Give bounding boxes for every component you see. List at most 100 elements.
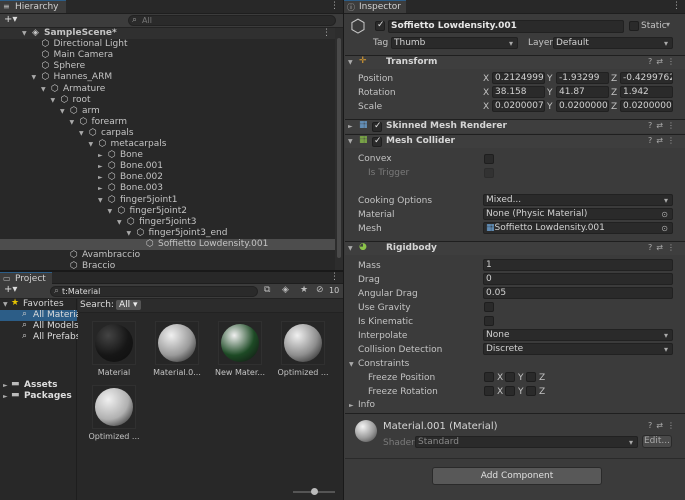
hierarchy-scrollbar[interactable]	[335, 28, 343, 270]
material-menu-icons[interactable]: ?⇄⋮	[648, 421, 679, 430]
expand-arrow-icon[interactable]: ▼	[117, 219, 122, 226]
hierarchy-add-button[interactable]: +▾	[4, 14, 17, 25]
freeze-position-y-checkbox[interactable]	[505, 372, 515, 382]
material-asset[interactable]: Optimized ...	[275, 321, 331, 377]
scale-z-field[interactable]: 0.02000001	[620, 100, 673, 112]
hierarchy-row[interactable]: ▼ ⬡ carpals	[0, 128, 335, 139]
object-picker-icon[interactable]: ⊙	[661, 224, 668, 233]
axis-label-y[interactable]: Y	[547, 74, 553, 84]
axis-label-y[interactable]: Y	[547, 102, 553, 112]
favorite-item[interactable]: ⌕ All Models	[0, 320, 79, 332]
collapse-arrow-icon[interactable]: ►	[98, 185, 103, 192]
collapse-arrow-icon[interactable]: ►	[98, 163, 103, 170]
inspector-menu-icon[interactable]: ⋮	[672, 1, 681, 11]
hierarchy-row[interactable]: ⬡ Sphere	[0, 61, 335, 72]
filter-type-icon[interactable]: ⧉	[264, 285, 270, 295]
visibility-icon[interactable]: ⊘	[316, 285, 324, 295]
tag-dropdown[interactable]: Thumb ▾	[391, 37, 518, 49]
convex-checkbox[interactable]	[484, 154, 494, 164]
project-add-button[interactable]: +▾	[4, 284, 17, 295]
mesh-collider-header[interactable]: ▼ ▦ Mesh Collider ?⇄⋮	[345, 134, 685, 148]
expand-arrow-icon[interactable]: ►	[3, 382, 8, 389]
favorites-header[interactable]: ▼ ★ Favorites	[0, 298, 77, 310]
project-search-input[interactable]: ⌕ t:Material	[50, 286, 258, 297]
axis-label-z[interactable]: Z	[611, 88, 617, 98]
axis-label-x[interactable]: X	[483, 74, 489, 84]
transform-header[interactable]: ▼ ✛ Transform ?⇄⋮	[345, 55, 685, 69]
hierarchy-row[interactable]: ▼ ⬡ metacarpals	[0, 139, 335, 150]
axis-label-z[interactable]: Z	[611, 74, 617, 84]
favorite-star-icon[interactable]: ★	[300, 285, 308, 295]
freeze-rotation-z-checkbox[interactable]	[526, 386, 536, 396]
component-menu-icons[interactable]: ?⇄⋮	[648, 136, 679, 145]
hierarchy-row[interactable]: ▼ ⬡ root	[0, 95, 335, 106]
expand-arrow-icon[interactable]: ▼	[41, 86, 46, 93]
mesh-field[interactable]: ▦Soffietto Lowdensity.001 ⊙	[483, 222, 673, 234]
hierarchy-row[interactable]: ► ⬡ Bone.001	[0, 161, 335, 172]
freeze-position-x-checkbox[interactable]	[484, 372, 494, 382]
info-foldout[interactable]: Info	[358, 400, 375, 410]
expand-arrow-icon[interactable]: ▼	[108, 208, 113, 215]
use-gravity-checkbox[interactable]	[484, 302, 494, 312]
component-menu-icons[interactable]: ?⇄⋮	[648, 243, 679, 252]
interpolate-dropdown[interactable]: None ▾	[483, 329, 673, 341]
layer-dropdown[interactable]: Default ▾	[553, 37, 673, 49]
add-component-button[interactable]: Add Component	[432, 467, 602, 485]
axis-label-y[interactable]: Y	[547, 88, 553, 98]
is-kinematic-checkbox[interactable]	[484, 316, 494, 326]
hierarchy-row[interactable]: ⬡ Soffietto Lowdensity.001	[0, 238, 335, 250]
expand-arrow-icon[interactable]: ▼	[70, 119, 75, 126]
position-x-field[interactable]: 0.2124999	[492, 72, 545, 84]
freeze-position-z-checkbox[interactable]	[526, 372, 536, 382]
position-y-field[interactable]: -1.93299	[556, 72, 609, 84]
is-trigger-checkbox[interactable]	[484, 168, 494, 178]
material-asset[interactable]: Optimized ...	[86, 385, 142, 441]
hierarchy-row[interactable]: ▼ ⬡ forearm	[0, 117, 335, 128]
inspector-tab[interactable]: ⓘ Inspector	[344, 0, 406, 13]
hierarchy-row[interactable]: ▼ ⬡ finger5joint3_end	[0, 228, 335, 239]
hierarchy-search-input[interactable]: ⌕ All	[128, 15, 336, 26]
material-asset[interactable]: Material	[86, 321, 142, 377]
hierarchy-row[interactable]: ⬡ Braccio	[0, 261, 335, 270]
hierarchy-row[interactable]: ▼ ⬡ finger5joint1	[0, 195, 335, 206]
hierarchy-row[interactable]: ► ⬡ Bone.002	[0, 172, 335, 183]
collision-detection-dropdown[interactable]: Discrete ▾	[483, 343, 673, 355]
collapse-arrow-icon[interactable]: ►	[98, 174, 103, 181]
gameobject-active-checkbox[interactable]	[375, 20, 385, 31]
static-checkbox[interactable]	[629, 21, 639, 31]
rigidbody-header[interactable]: ▼ ◕ Rigidbody ?⇄⋮	[345, 241, 685, 255]
hierarchy-row[interactable]: ▼ ⬡ arm	[0, 106, 335, 117]
object-picker-icon[interactable]: ⊙	[661, 210, 668, 219]
hierarchy-row[interactable]: ▼ ◈ SampleScene* ⋮	[0, 28, 335, 39]
favorite-item[interactable]: ⌕ All Prefabs	[0, 331, 80, 343]
rotation-y-field[interactable]: 41.87	[556, 86, 609, 98]
position-z-field[interactable]: -0.4299762	[620, 72, 673, 84]
axis-label-x[interactable]: X	[483, 102, 489, 112]
hierarchy-row[interactable]: ▼ ⬡ finger5joint3	[0, 217, 335, 228]
search-scope-dropdown[interactable]: All ▾	[116, 300, 141, 310]
cooking-options-dropdown[interactable]: Mixed... ▾	[483, 194, 673, 206]
project-menu-icon[interactable]: ⋮	[330, 272, 339, 282]
filter-label-icon[interactable]: ◈	[282, 285, 289, 295]
info-arrow-icon[interactable]: ►	[349, 402, 354, 409]
scale-y-field[interactable]: 0.02000006	[556, 100, 609, 112]
material-asset[interactable]: Material.0...	[149, 321, 205, 377]
component-menu-icons[interactable]: ?⇄⋮	[648, 57, 679, 66]
expand-arrow-icon[interactable]: ▼	[89, 141, 94, 148]
angular-drag-field[interactable]: 0.05	[483, 287, 673, 299]
axis-label-x[interactable]: X	[483, 88, 489, 98]
skinned-mesh-header[interactable]: ► ▦ Skinned Mesh Renderer ?⇄⋮	[345, 119, 685, 133]
rotation-x-field[interactable]: 38.158	[492, 86, 545, 98]
scale-x-field[interactable]: 0.02000079	[492, 100, 545, 112]
rotation-z-field[interactable]: 1.942	[620, 86, 673, 98]
expand-arrow-icon[interactable]: ▼	[32, 74, 37, 81]
hierarchy-row[interactable]: ▼ ⬡ Armature	[0, 84, 335, 95]
hierarchy-tab[interactable]: ≡ Hierarchy	[0, 0, 66, 13]
static-dropdown-icon[interactable]: ▾	[666, 20, 670, 29]
folder-item[interactable]: ► ▬ Packages	[0, 390, 77, 402]
gameobject-name-field[interactable]: Soffietto Lowdensity.001	[388, 20, 624, 33]
edit-shader-button[interactable]: Edit...	[642, 435, 672, 448]
favorite-item[interactable]: ⌕ All Materia	[0, 309, 81, 321]
constraints-label[interactable]: Constraints	[358, 359, 409, 369]
collapse-arrow-icon[interactable]: ►	[98, 152, 103, 159]
